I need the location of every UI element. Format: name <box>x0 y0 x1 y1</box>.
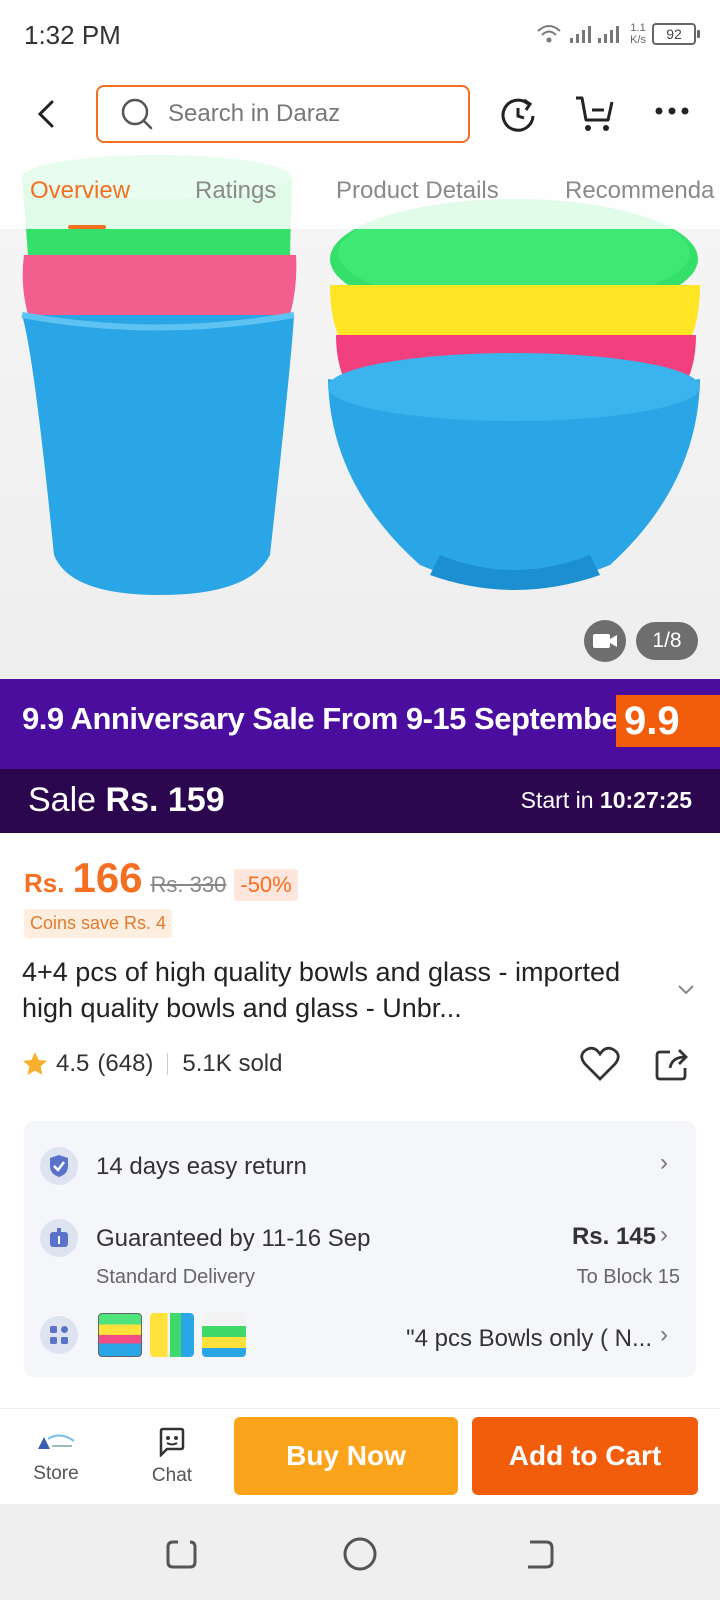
rating-value: 4.5 <box>56 1050 90 1077</box>
variants-icon <box>40 1316 78 1354</box>
heart-icon[interactable] <box>580 1046 620 1082</box>
add-to-cart-button[interactable]: Add to Cart <box>472 1417 698 1495</box>
chat-icon <box>159 1427 185 1459</box>
section-tabs: Overview Ratings Product Details Recomme… <box>0 155 720 229</box>
back-icon[interactable] <box>522 1536 556 1570</box>
delivery-icon <box>40 1219 78 1257</box>
share-icon[interactable] <box>654 1046 690 1082</box>
recents-icon[interactable] <box>164 1536 198 1570</box>
product-title[interactable]: 4+4 pcs of high quality bowls and glass … <box>22 954 662 1026</box>
store-button[interactable]: Store <box>16 1409 96 1485</box>
sale-banner-text: 9.9 Anniversary Sale From 9-15 September <box>22 701 630 736</box>
star-icon <box>23 1052 47 1075</box>
variant-thumb-3[interactable] <box>202 1313 246 1357</box>
price-block: Rs. 166 Rs. 330 -50% <box>24 854 298 902</box>
product-image[interactable] <box>0 155 720 679</box>
top-header: Search in Daraz <box>0 78 720 150</box>
battery-icon: 92 <box>652 23 700 45</box>
tab-ratings[interactable]: Ratings <box>195 177 276 205</box>
bowls-photo <box>21 155 700 595</box>
rating-row[interactable]: 4.5 (648) 5.1K sold <box>22 1050 282 1078</box>
search-input[interactable]: Search in Daraz <box>96 85 470 143</box>
delivery-guarantee[interactable]: Guaranteed by 11-16 Sep <box>96 1225 370 1253</box>
wifi-icon <box>537 25 561 43</box>
search-placeholder: Search in Daraz <box>168 100 341 127</box>
delivery-type: Standard Delivery <box>96 1266 255 1288</box>
delivery-location: To Block 15 <box>576 1266 680 1288</box>
sale-badge: 9.9 <box>616 695 720 747</box>
variant-thumb-2[interactable] <box>150 1313 194 1357</box>
video-icon[interactable] <box>582 620 628 662</box>
status-time: 1:32 PM <box>24 20 121 50</box>
chat-button[interactable]: Chat <box>132 1409 212 1487</box>
signal-icon <box>570 26 620 43</box>
price-current: 166 <box>72 854 143 901</box>
more-options-icon[interactable] <box>654 106 690 116</box>
chevron-right-icon[interactable]: › <box>660 1149 668 1177</box>
store-logo-icon <box>38 1434 75 1449</box>
tab-product-details[interactable]: Product Details <box>336 177 499 205</box>
divider <box>167 1053 169 1075</box>
tab-recommendations[interactable]: Recommenda <box>565 177 714 205</box>
status-bar: 1:32 PM 1.1 K/s 92 <box>0 0 720 72</box>
discount-badge: -50% <box>234 869 298 901</box>
buy-now-button[interactable]: Buy Now <box>234 1417 458 1495</box>
system-nav-bar <box>0 1504 720 1600</box>
sale-price: Sale Rs. 159 <box>28 781 225 819</box>
search-icon <box>121 98 153 130</box>
sold-count: 5.1K sold <box>182 1050 283 1077</box>
price-currency: Rs. <box>24 868 65 898</box>
chevron-down-icon[interactable] <box>676 983 696 997</box>
service-info-card: 14 days easy return › Guaranteed by 11-1… <box>24 1121 696 1377</box>
delivery-price: Rs. 145 <box>571 1223 656 1250</box>
sale-banner[interactable]: 9.9 Anniversary Sale From 9-15 September… <box>0 679 720 769</box>
network-speed: 1.1 K/s <box>630 22 646 46</box>
sale-price-bar: Sale Rs. 159 Start in 10:27:25 <box>0 769 720 833</box>
share-refresh-icon[interactable] <box>498 94 538 134</box>
return-shield-icon <box>40 1147 78 1185</box>
return-policy-text[interactable]: 14 days easy return <box>96 1153 307 1181</box>
back-arrow-icon[interactable] <box>34 98 62 130</box>
chevron-right-icon[interactable]: › <box>660 1321 668 1349</box>
cart-icon[interactable] <box>574 92 616 134</box>
variant-thumb-1[interactable] <box>98 1313 142 1357</box>
sale-countdown: Start in 10:27:25 <box>520 787 692 813</box>
image-counter: 1/8 <box>636 622 698 660</box>
variant-selection[interactable]: "4 pcs Bowls only ( N... <box>406 1325 652 1353</box>
chevron-right-icon[interactable]: › <box>660 1221 668 1249</box>
home-icon[interactable] <box>342 1536 378 1572</box>
bottom-action-bar: Store Chat Buy Now Add to Cart <box>0 1408 720 1504</box>
active-tab-indicator <box>68 225 106 229</box>
coins-badge: Coins save Rs. 4 <box>24 909 173 938</box>
status-icons: 1.1 K/s 92 <box>536 22 700 46</box>
review-count: (648) <box>97 1050 154 1077</box>
tab-overview[interactable]: Overview <box>30 177 130 205</box>
price-original: Rs. 330 <box>150 872 227 897</box>
